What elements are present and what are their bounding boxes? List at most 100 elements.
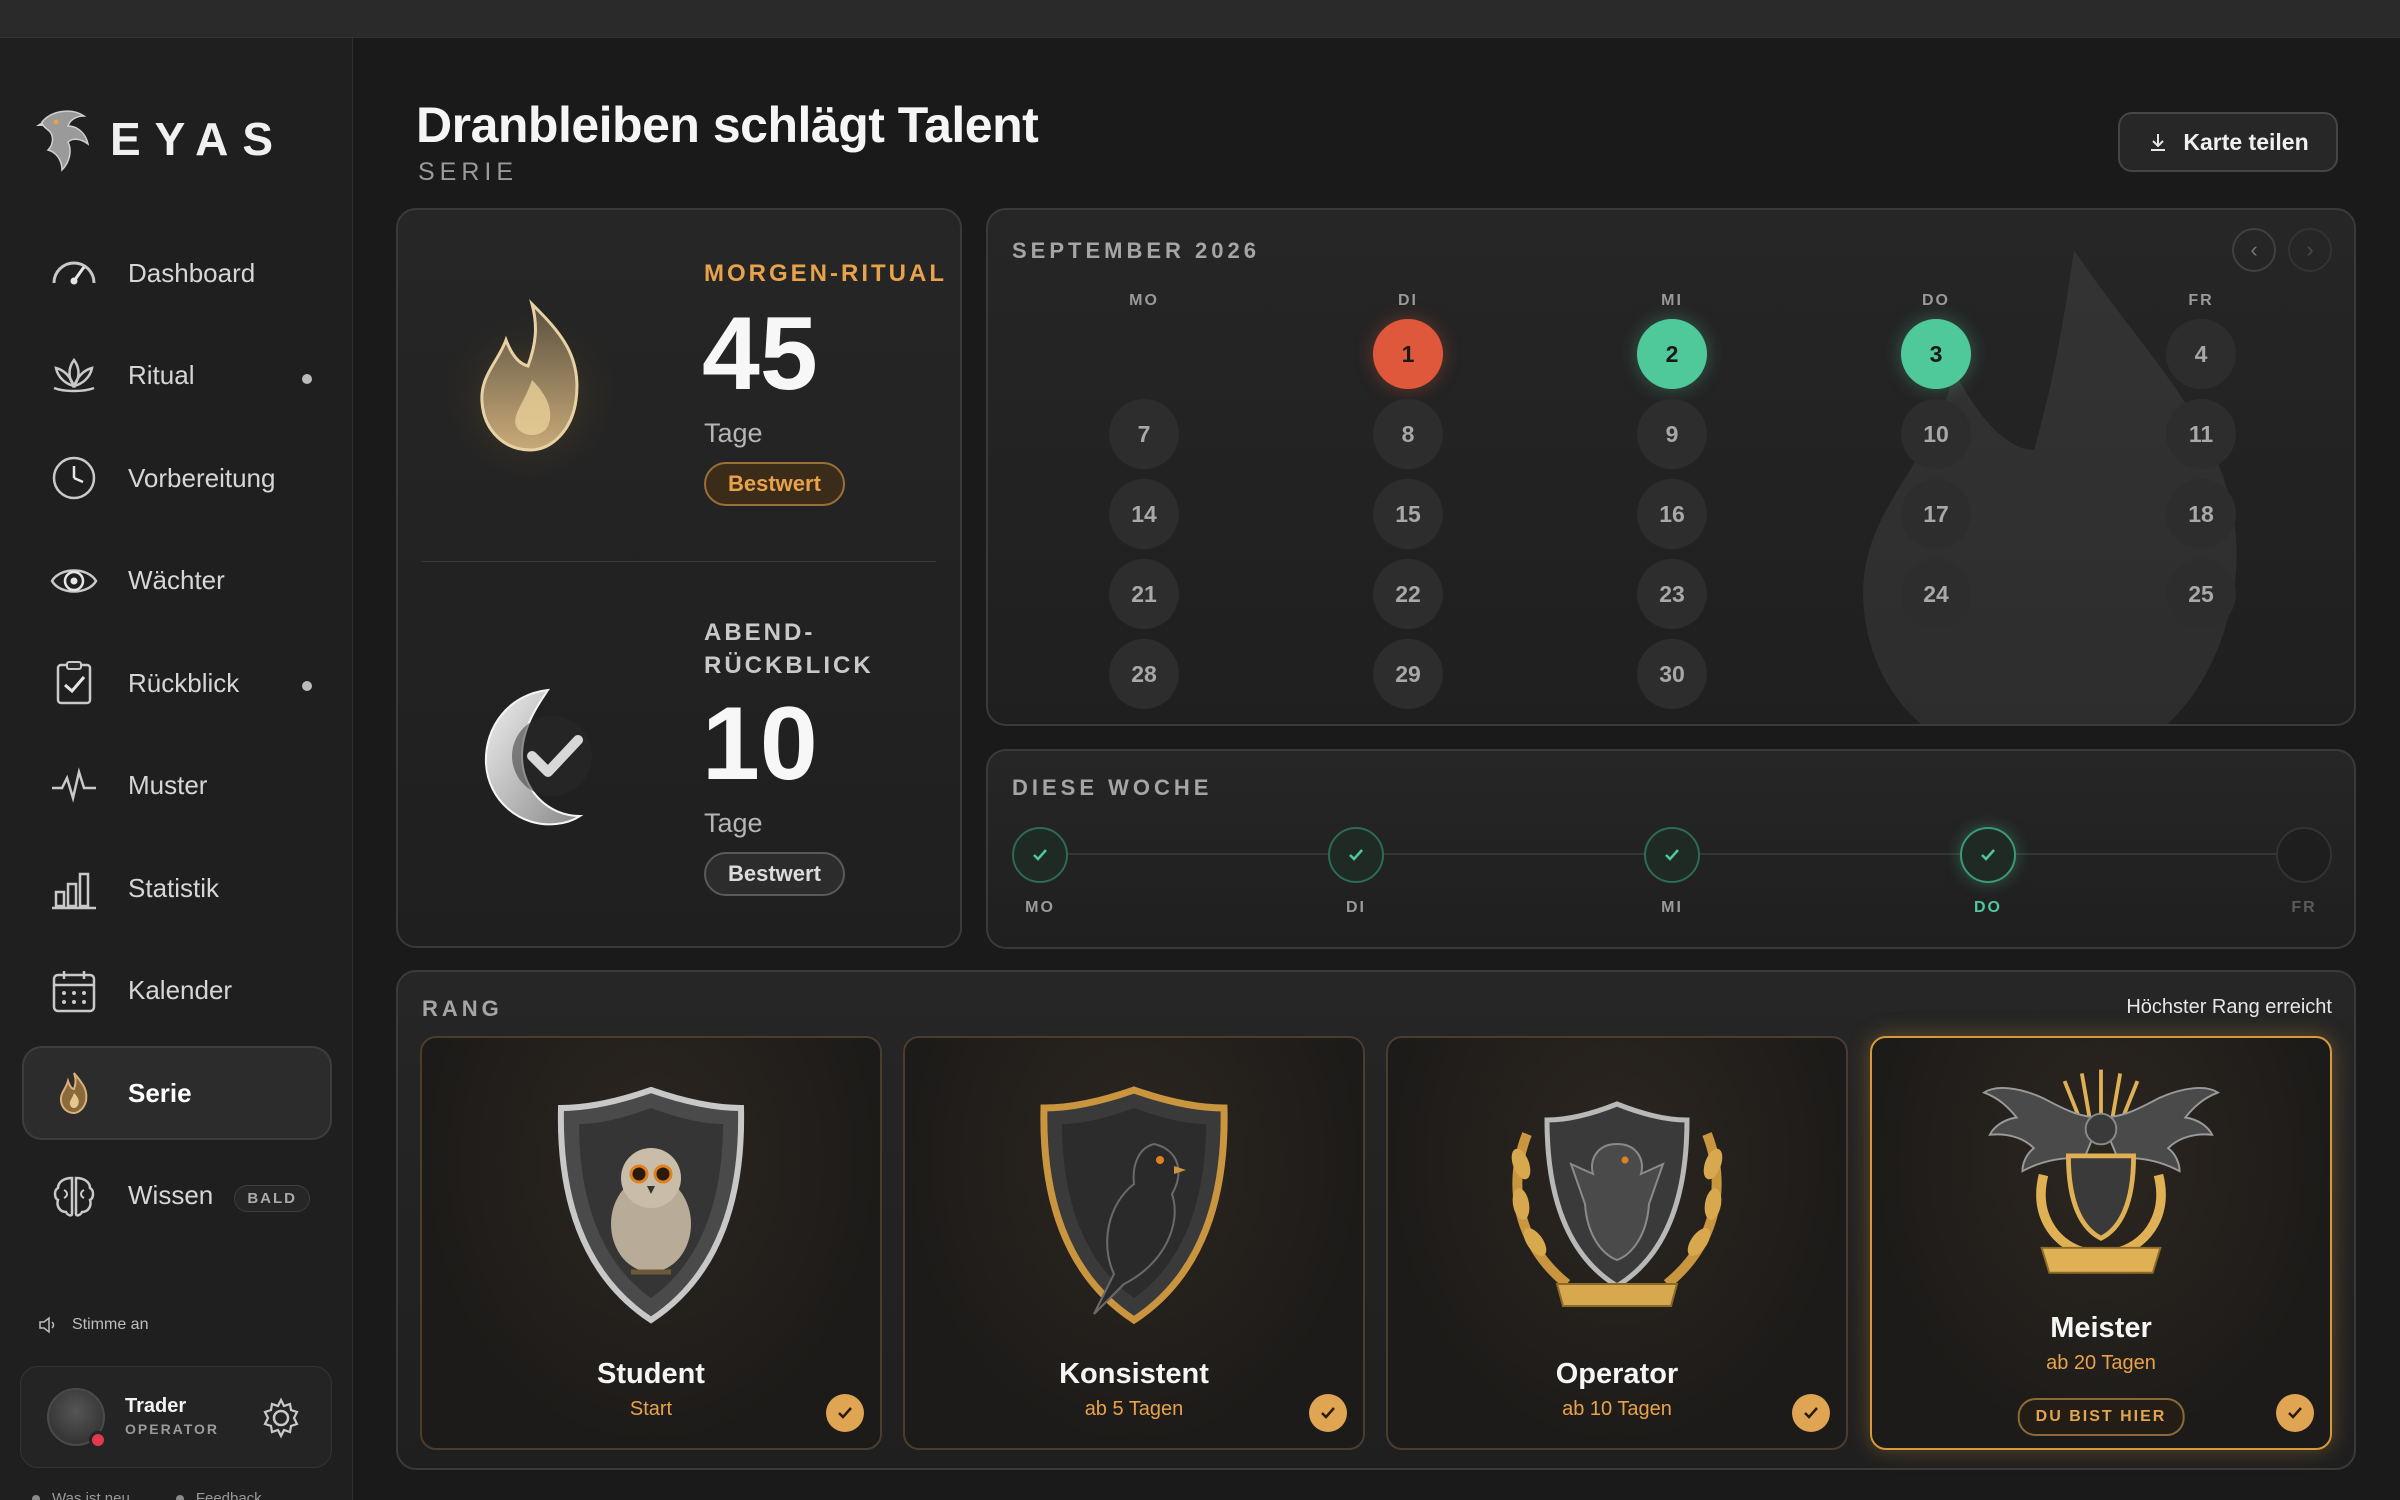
gear-icon[interactable] (259, 1396, 303, 1440)
current-rank-badge: DU BIST HIER (2017, 1398, 2185, 1436)
calendar-day[interactable]: 11 (2166, 399, 2236, 469)
calendar-weekday: MO (1129, 292, 1159, 309)
calendar-day[interactable]: 15 (1373, 479, 1443, 549)
calendar-day[interactable]: 1 (1373, 319, 1443, 389)
sidebar-item-serie[interactable]: Serie (22, 1046, 332, 1140)
week-day-label: DO (1974, 899, 2002, 916)
calendar-day[interactable]: 25 (2166, 559, 2236, 629)
sidebar-item-muster[interactable]: Muster (22, 739, 332, 833)
page-title: Dranbleiben schlägt Talent (416, 97, 1039, 153)
rank-card-konsistent[interactable]: Konsistent ab 5 Tagen (903, 1036, 1365, 1450)
calendar-day[interactable]: 29 (1373, 639, 1443, 709)
evening-review-label: ABEND- RÜCKBLICK (704, 616, 874, 682)
rank-note: Höchster Rang erreicht (2126, 996, 2332, 1018)
calendar-prev-button[interactable]: ‹ (2232, 228, 2276, 272)
evening-streak-unit: Tage (704, 808, 763, 838)
rank-name: Konsistent (1059, 1358, 1209, 1390)
share-card-button[interactable]: Karte teilen (2118, 112, 2338, 172)
sidebar-item-label: Wissen (128, 1180, 214, 1210)
sidebar-item-vorbereitung[interactable]: Vorbereitung (22, 431, 332, 525)
calendar-day[interactable]: 23 (1637, 559, 1707, 629)
sidebar-item-label: Ritual (128, 360, 195, 390)
status-dot (89, 1431, 107, 1449)
calendar-day[interactable]: 17 (1901, 479, 1971, 549)
sidebar-item-rueckblick[interactable]: Rückblick (22, 636, 332, 730)
user-role: OPERATOR (125, 1421, 220, 1437)
sidebar-item-waechter[interactable]: Wächter (22, 534, 332, 628)
eagle-logo-icon (36, 110, 90, 172)
feedback-link[interactable]: Feedback (175, 1490, 262, 1500)
flame-icon (440, 298, 620, 480)
voice-toggle[interactable]: Stimme an (38, 1316, 148, 1334)
download-icon (2151, 134, 2166, 151)
calendar-day[interactable]: 30 (1637, 639, 1707, 709)
bullet-icon (32, 1495, 40, 1500)
calendar-weekday: MI (1661, 292, 1683, 309)
flame-icon (46, 1065, 102, 1121)
check-icon (826, 1394, 864, 1432)
week-day-node[interactable] (1012, 827, 1068, 883)
calendar-day[interactable]: 18 (2166, 479, 2236, 549)
sidebar-item-statistik[interactable]: Statistik (22, 841, 332, 935)
calendar-next-button[interactable]: › (2288, 228, 2332, 272)
sidebar-item-ritual[interactable]: Ritual (22, 329, 332, 423)
rank-card-meister[interactable]: Meister ab 20 Tagen DU BIST HIER (1870, 1036, 2332, 1450)
calendar-day[interactable]: 24 (1901, 559, 1971, 629)
whats-new-label: Was ist neu (52, 1490, 130, 1500)
sidebar-item-label: Statistik (128, 872, 220, 903)
calendar-day[interactable]: 2 (1637, 319, 1707, 389)
calendar-day[interactable]: 8 (1373, 399, 1443, 469)
check-icon (2276, 1394, 2314, 1432)
calendar-weekday: DI (1398, 292, 1418, 309)
flame-watermark-icon (1863, 250, 2237, 724)
rank-name: Operator (1555, 1358, 1679, 1390)
rank-card-student[interactable]: Student Start (420, 1036, 882, 1450)
brand-name: EYAS (110, 113, 288, 165)
calendar-day[interactable]: 21 (1109, 559, 1179, 629)
clipboard-check-icon (46, 655, 102, 711)
rank-requirement: ab 20 Tagen (2046, 1352, 2156, 1374)
calendar-day[interactable]: 14 (1109, 479, 1179, 549)
user-card[interactable]: Trader OPERATOR (20, 1366, 332, 1468)
sidebar: EYAS Dashboard Ritual Vorbereitung Wächt… (0, 38, 353, 1500)
week-day-label: MO (1025, 899, 1055, 916)
sidebar-item-kalender[interactable]: Kalender (22, 944, 332, 1038)
week-day-node[interactable] (1328, 827, 1384, 883)
rank-name: Student (597, 1358, 705, 1390)
sidebar-item-label: Vorbereitung (128, 462, 276, 493)
brand[interactable]: EYAS (34, 104, 287, 174)
rank-requirement: ab 5 Tagen (1084, 1398, 1184, 1420)
calendar-day[interactable]: 7 (1109, 399, 1179, 469)
calendar-day[interactable]: 22 (1373, 559, 1443, 629)
calendar-day[interactable]: 9 (1637, 399, 1707, 469)
whats-new-link[interactable]: Was ist neu (32, 1490, 130, 1500)
week-day-node[interactable] (1644, 827, 1700, 883)
sidebar-item-label: Dashboard (128, 257, 256, 288)
shield-owl-icon (557, 1086, 745, 1324)
evening-streak-value: 10 (702, 686, 818, 802)
bullet-icon (175, 1495, 184, 1500)
calendar-day[interactable]: 16 (1637, 479, 1707, 549)
calendar-day[interactable]: 10 (1901, 399, 1971, 469)
calendar-day[interactable]: 28 (1109, 639, 1179, 709)
week-day-node[interactable] (2276, 827, 2332, 883)
check-icon (1981, 849, 1995, 861)
coming-soon-badge: BALD (234, 1184, 310, 1212)
evening-label-line2: RÜCKBLICK (704, 652, 874, 679)
calendar-weekday: DO (1922, 292, 1950, 309)
morning-ritual-label: MORGEN-RITUAL (704, 260, 947, 287)
morning-streak-value: 45 (702, 296, 818, 412)
calendar-day[interactable]: 4 (2166, 319, 2236, 389)
evening-label-line1: ABEND- (704, 619, 816, 646)
check-icon (1792, 1394, 1830, 1432)
sidebar-item-wissen[interactable]: Wissen BALD (22, 1149, 332, 1243)
sidebar-item-label: Rückblick (128, 667, 240, 698)
week-day-node[interactable] (1960, 827, 2016, 883)
page-subtitle: SERIE (418, 158, 519, 186)
rank-card-operator[interactable]: Operator ab 10 Tagen (1386, 1036, 1848, 1450)
notification-dot (302, 681, 312, 691)
feedback-label: Feedback (195, 1490, 262, 1500)
evening-best-badge: Bestwert (704, 852, 845, 896)
calendar-day[interactable]: 3 (1901, 319, 1971, 389)
sidebar-item-dashboard[interactable]: Dashboard (22, 226, 332, 320)
